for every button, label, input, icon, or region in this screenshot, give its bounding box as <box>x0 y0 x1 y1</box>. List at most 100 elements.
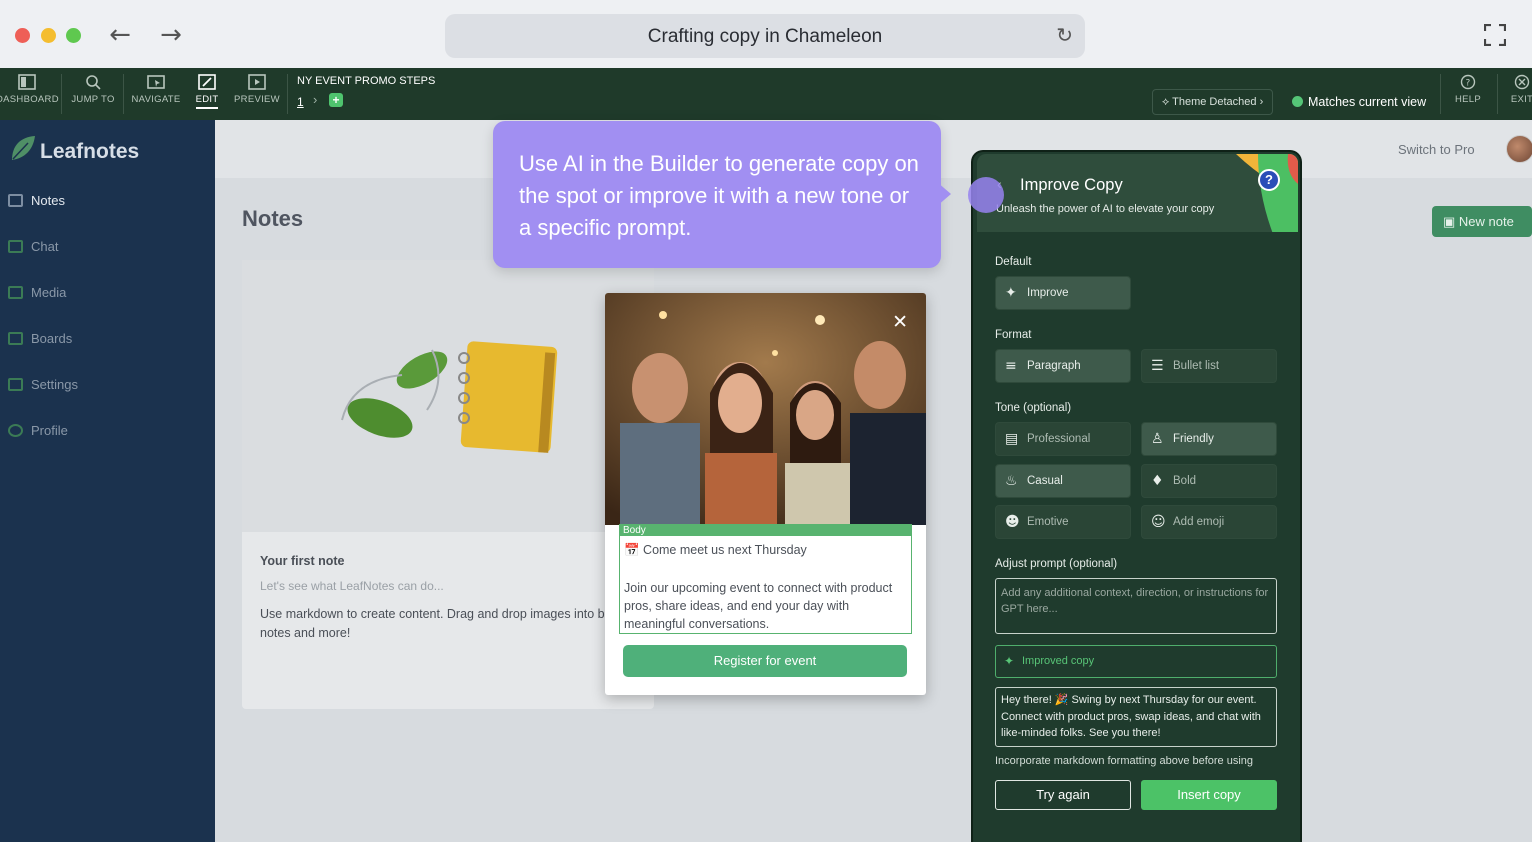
help-icon: ? <box>1460 74 1476 90</box>
register-button[interactable]: Register for event <box>623 645 907 677</box>
tone-section-label: Tone (optional) <box>995 402 1072 414</box>
sparkle-icon: ✦ <box>1004 654 1015 668</box>
relax-icon: ♨ <box>1005 473 1018 489</box>
body-tag: Body <box>620 525 911 536</box>
note-body: Use markdown to create content. Drag and… <box>260 607 650 640</box>
default-section-label: Default <box>995 256 1032 268</box>
switch-to-pro-link[interactable]: Switch to Pro <box>1398 142 1475 157</box>
tone-bold[interactable]: ♦ Bold <box>1141 464 1277 498</box>
toolbar-dashboard[interactable]: DASHBOARD <box>0 74 59 105</box>
paragraph-icon: ≡ <box>1005 358 1017 374</box>
media-icon <box>8 286 23 299</box>
chevron-right-icon: › <box>313 92 318 107</box>
sparkle-icon: ✦ <box>1005 285 1017 301</box>
match-status: Matches current view <box>1292 95 1426 109</box>
notes-icon <box>8 194 23 207</box>
toolbar-jump-to[interactable]: JUMP TO <box>66 74 120 105</box>
event-modal: ✕ Body 📅 Come meet us next Thursday Join… <box>605 293 926 695</box>
bullet-list-button[interactable]: ☰ Bullet list <box>1141 349 1277 383</box>
tone-professional[interactable]: ▤ Professional <box>995 422 1131 456</box>
improved-copy-text[interactable]: Hey there! 🎉 Swing by next Thursday for … <box>995 687 1277 747</box>
step-number[interactable]: 1 <box>297 95 304 109</box>
markdown-note: Incorporate markdown formatting above be… <box>995 755 1254 767</box>
hotspot-beacon[interactable] <box>968 177 1004 213</box>
address-bar[interactable]: Crafting copy in Chameleon ↻ <box>445 14 1085 58</box>
improve-button[interactable]: ✦ Improve <box>995 276 1131 310</box>
reload-icon[interactable]: ↻ <box>1056 23 1073 47</box>
builder-toolbar: DASHBOARD JUMP TO NAVIGATE EDIT PREVIEW … <box>0 68 1532 120</box>
briefcase-icon: ▤ <box>1005 431 1019 447</box>
note-card[interactable]: Your first note Let's see what LeafNotes… <box>242 260 654 709</box>
toolbar-divider <box>287 74 288 114</box>
edit-icon <box>198 74 216 90</box>
leaves-notebook-illustration <box>341 341 558 453</box>
sidebar-item-boards[interactable]: Boards <box>8 331 72 346</box>
sidebar-item-chat[interactable]: Chat <box>8 239 58 254</box>
wave-person-icon: ♙ <box>1151 431 1164 447</box>
status-dot-icon <box>1292 96 1303 107</box>
format-section-label: Format <box>995 329 1032 341</box>
exit-icon <box>1514 74 1530 90</box>
sidebar-item-settings[interactable]: Settings <box>8 377 78 392</box>
gear-icon <box>8 378 23 391</box>
page-title-text: Crafting copy in Chameleon <box>647 26 883 47</box>
app-logo: Leafnotes <box>10 134 139 164</box>
svg-text:?: ? <box>1465 79 1470 89</box>
close-window-button[interactable] <box>15 28 30 43</box>
toolbar-exit[interactable]: EXIT <box>1505 74 1532 105</box>
search-icon <box>86 75 101 90</box>
sidebar-item-profile[interactable]: Profile <box>8 423 68 438</box>
toolbar-divider <box>1497 74 1498 114</box>
sidebar-item-media[interactable]: Media <box>8 285 66 300</box>
toolbar-help[interactable]: ? HELP <box>1450 74 1486 105</box>
toolbar-navigate[interactable]: NAVIGATE <box>128 74 184 105</box>
help-icon[interactable]: ? <box>1258 169 1280 191</box>
new-note-button[interactable]: ▣ New note <box>1432 206 1532 237</box>
tone-casual[interactable]: ♨ Casual <box>995 464 1131 498</box>
dashboard-icon <box>18 74 36 90</box>
improved-copy-label: ✦ Improved copy <box>995 645 1277 678</box>
add-step-button[interactable]: + <box>329 93 343 107</box>
header-decoration <box>1236 154 1298 232</box>
toolbar-edit[interactable]: EDIT <box>190 74 224 109</box>
toolbar-divider <box>123 74 124 114</box>
page-heading: Notes <box>242 206 304 231</box>
tooltip-text: Use AI in the Builder to generate copy o… <box>519 151 919 240</box>
toolbar-divider <box>1440 74 1441 114</box>
tone-add-emoji[interactable]: ☺ Add emoji <box>1141 505 1277 539</box>
maximize-window-button[interactable] <box>66 28 81 43</box>
paragraph-button[interactable]: ≡ Paragraph <box>995 349 1131 383</box>
back-arrow-icon[interactable]: ← <box>105 20 135 50</box>
list-icon: ☰ <box>1151 358 1164 374</box>
prompt-input[interactable]: Add any additional context, direction, o… <box>995 578 1277 634</box>
flame-icon: ♦ <box>1151 473 1164 489</box>
insert-copy-button[interactable]: Insert copy <box>1141 780 1277 810</box>
tone-emotive[interactable]: ☻ Emotive <box>995 505 1131 539</box>
body-headline: 📅 Come meet us next Thursday <box>624 543 807 557</box>
chat-icon <box>8 240 23 253</box>
fullscreen-icon[interactable] <box>1484 24 1506 46</box>
minimize-window-button[interactable] <box>41 28 56 43</box>
tour-tooltip: Use AI in the Builder to generate copy o… <box>493 121 941 268</box>
try-again-button[interactable]: Try again <box>995 780 1131 810</box>
event-photo <box>605 293 926 525</box>
masks-icon: ☻ <box>1005 514 1020 530</box>
sidebar-item-notes[interactable]: Notes <box>8 193 65 208</box>
navigate-icon <box>147 75 165 89</box>
body-copy: Join our upcoming event to connect with … <box>624 581 893 631</box>
body-text-block[interactable]: Body 📅 Come meet us next Thursday Join o… <box>619 524 912 634</box>
forward-arrow-icon[interactable]: → <box>156 20 186 50</box>
close-icon[interactable]: ✕ <box>892 311 908 333</box>
prompt-section-label: Adjust prompt (optional) <box>995 558 1118 570</box>
toolbar-preview[interactable]: PREVIEW <box>232 74 282 105</box>
steps-title: NY EVENT PROMO STEPS <box>297 75 436 87</box>
tooltip-pointer <box>937 182 951 206</box>
boards-icon <box>8 332 23 345</box>
profile-icon <box>8 424 23 437</box>
panel-title: Improve Copy <box>1020 176 1123 194</box>
theme-detached-button[interactable]: ⟡ Theme Detached › <box>1152 89 1274 115</box>
note-subtitle: Let's see what LeafNotes can do... <box>260 579 444 593</box>
sidebar: Leafnotes Notes Chat Media Boards Settin… <box>0 120 215 842</box>
avatar[interactable] <box>1506 135 1532 163</box>
tone-friendly[interactable]: ♙ Friendly <box>1141 422 1277 456</box>
